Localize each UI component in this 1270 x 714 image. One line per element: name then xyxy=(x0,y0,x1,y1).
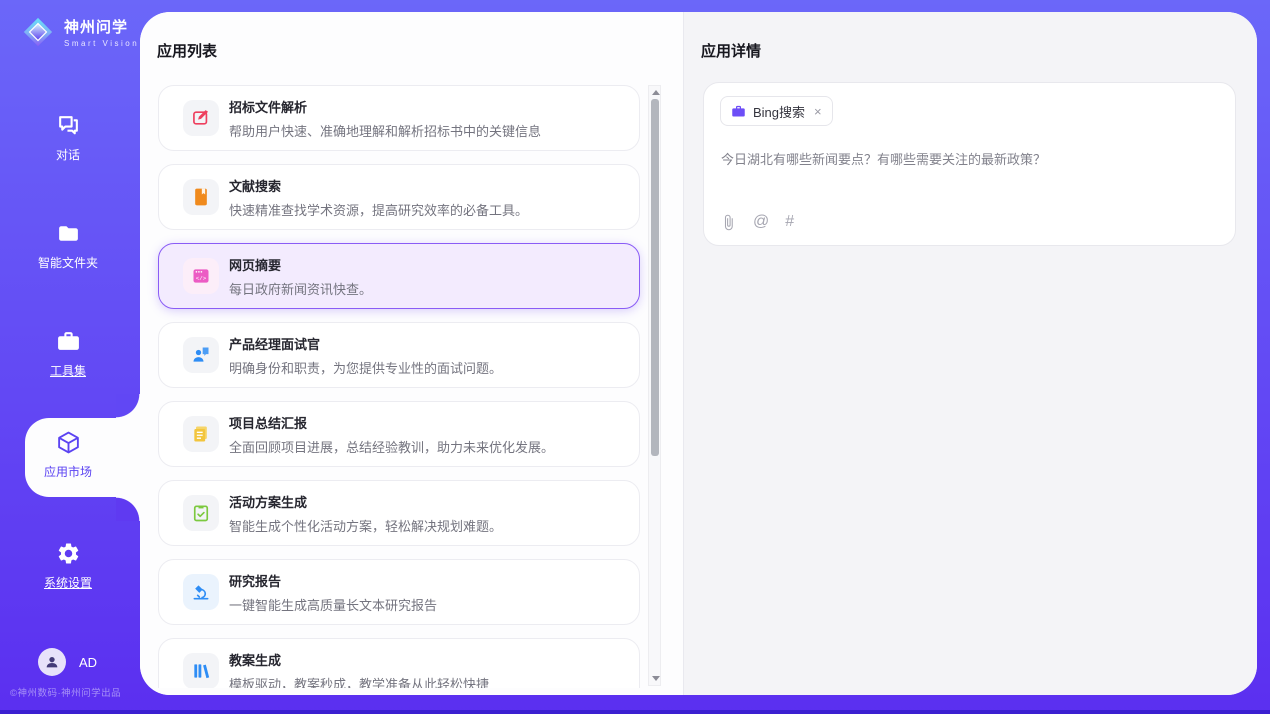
content-area: 应用列表 招标文件解析 帮助用户快速、准确地理解和解析招标书中的关键信息 xyxy=(140,12,1257,695)
sidebar-item-smart-folder[interactable]: 智能文件夹 xyxy=(0,220,136,271)
bid-edit-icon xyxy=(183,100,219,136)
avatar-person-icon xyxy=(44,654,60,670)
sidebar-item-label: 系统设置 xyxy=(44,574,92,591)
brand-name: 神州问学 xyxy=(64,16,139,37)
brand-logo: 神州问学 Smart Vision xyxy=(20,14,139,50)
app-card-desc: 智能生成个性化活动方案，轻松解决规划难题。 xyxy=(229,516,502,535)
mention-icon[interactable]: @ xyxy=(753,213,769,231)
tool-chip-bing-search[interactable]: Bing搜索 × xyxy=(720,96,833,126)
sidebar-item-app-market[interactable]: 应用市场 xyxy=(0,429,136,480)
toolbox-icon xyxy=(55,328,82,355)
app-list-title: 应用列表 xyxy=(157,40,217,61)
sidebar-item-label: 应用市场 xyxy=(44,463,92,480)
app-detail-panel: 应用详情 Bing搜索 × 今日湖北有哪些新闻要点？有哪些需要关注的最新政策？ … xyxy=(683,12,1257,695)
app-card-desc: 帮助用户快速、准确地理解和解析招标书中的关键信息 xyxy=(229,121,541,140)
cube-icon xyxy=(55,429,82,456)
prompt-card: Bing搜索 × 今日湖北有哪些新闻要点？有哪些需要关注的最新政策？ @ # xyxy=(703,82,1236,246)
sidebar-item-label: 工具集 xyxy=(50,362,86,379)
app-card-title: 活动方案生成 xyxy=(229,492,502,511)
tool-chip-label: Bing搜索 xyxy=(753,102,805,121)
app-card-project-summary[interactable]: 项目总结汇报 全面回顾项目进展，总结经验教训，助力未来优化发展。 xyxy=(158,401,640,467)
hash-icon[interactable]: # xyxy=(785,213,794,231)
web-code-icon: </> xyxy=(183,258,219,294)
bubble-notch-top xyxy=(116,394,140,418)
chat-icon xyxy=(55,112,82,139)
app-card-title: 文献搜索 xyxy=(229,176,528,195)
research-icon xyxy=(183,574,219,610)
user-account[interactable]: AD xyxy=(38,648,97,676)
gear-icon xyxy=(55,540,82,567)
app-card-event-plan[interactable]: 活动方案生成 智能生成个性化活动方案，轻松解决规划难题。 xyxy=(158,480,640,546)
app-card-desc: 全面回顾项目进展，总结经验教训，助力未来优化发展。 xyxy=(229,437,554,456)
app-card-lesson-plan[interactable]: 教案生成 模板驱动，教案秒成，教学准备从此轻松快捷 xyxy=(158,638,640,688)
list-scrollbar[interactable] xyxy=(648,85,661,686)
svg-text:</>: </> xyxy=(196,275,207,282)
sidebar-item-label: 智能文件夹 xyxy=(38,254,98,271)
sidebar-item-label: 对话 xyxy=(56,146,80,163)
app-window: 神州问学 Smart Vision 对话 智能文件夹 工具集 xyxy=(0,0,1270,714)
app-card-desc: 模板驱动，教案秒成，教学准备从此轻松快捷 xyxy=(229,674,489,689)
report-doc-icon xyxy=(183,416,219,452)
app-card-desc: 快速精准查找学术资源，提高研究效率的必备工具。 xyxy=(229,200,528,219)
briefcase-icon xyxy=(731,104,746,119)
app-card-bid-parsing[interactable]: 招标文件解析 帮助用户快速、准确地理解和解析招标书中的关键信息 xyxy=(158,85,640,151)
interviewer-icon xyxy=(183,337,219,373)
paperclip-icon[interactable] xyxy=(720,214,737,231)
window-bottom-edge xyxy=(0,710,1270,714)
scrollbar-thumb[interactable] xyxy=(651,99,659,456)
app-card-pm-interviewer[interactable]: 产品经理面试官 明确身份和职责，为您提供专业性的面试问题。 xyxy=(158,322,640,388)
app-card-title: 招标文件解析 xyxy=(229,97,541,116)
sidebar-item-chat[interactable]: 对话 xyxy=(0,112,136,163)
close-icon[interactable]: × xyxy=(814,104,822,119)
app-card-title: 网页摘要 xyxy=(229,255,372,274)
sidebar-item-toolset[interactable]: 工具集 xyxy=(0,328,136,379)
app-card-web-summary[interactable]: </> 网页摘要 每日政府新闻资讯快查。 xyxy=(158,243,640,309)
scroll-up-icon[interactable] xyxy=(652,90,660,95)
avatar xyxy=(38,648,66,676)
scroll-down-icon[interactable] xyxy=(652,676,660,681)
app-card-title: 研究报告 xyxy=(229,571,437,590)
input-toolbar: @ # xyxy=(720,213,794,231)
plan-check-icon xyxy=(183,495,219,531)
app-card-desc: 一键智能生成高质量长文本研究报告 xyxy=(229,595,437,614)
app-card-literature-search[interactable]: 文献搜索 快速精准查找学术资源，提高研究效率的必备工具。 xyxy=(158,164,640,230)
user-name: AD xyxy=(79,655,97,670)
app-card-desc: 每日政府新闻资讯快查。 xyxy=(229,279,372,298)
folder-icon xyxy=(55,220,82,247)
app-card-title: 产品经理面试官 xyxy=(229,334,502,353)
app-card-title: 项目总结汇报 xyxy=(229,413,554,432)
app-list-scroll-area[interactable]: 招标文件解析 帮助用户快速、准确地理解和解析招标书中的关键信息 文 xyxy=(140,80,683,688)
books-icon xyxy=(183,653,219,688)
bubble-notch-bottom xyxy=(116,497,140,521)
brand-subtitle: Smart Vision xyxy=(64,39,139,48)
app-list-panel: 应用列表 招标文件解析 帮助用户快速、准确地理解和解析招标书中的关键信息 xyxy=(140,12,683,695)
copyright-footer: ©神州数码·神州问学出品 xyxy=(10,685,121,699)
query-text[interactable]: 今日湖北有哪些新闻要点？有哪些需要关注的最新政策？ xyxy=(721,149,1211,168)
app-card-title: 教案生成 xyxy=(229,650,489,669)
diamond-logo-icon xyxy=(20,14,56,50)
app-detail-title: 应用详情 xyxy=(701,40,761,61)
sidebar-item-settings[interactable]: 系统设置 xyxy=(0,540,136,591)
app-card-research-report[interactable]: 研究报告 一键智能生成高质量长文本研究报告 xyxy=(158,559,640,625)
book-icon xyxy=(183,179,219,215)
app-card-desc: 明确身份和职责，为您提供专业性的面试问题。 xyxy=(229,358,502,377)
